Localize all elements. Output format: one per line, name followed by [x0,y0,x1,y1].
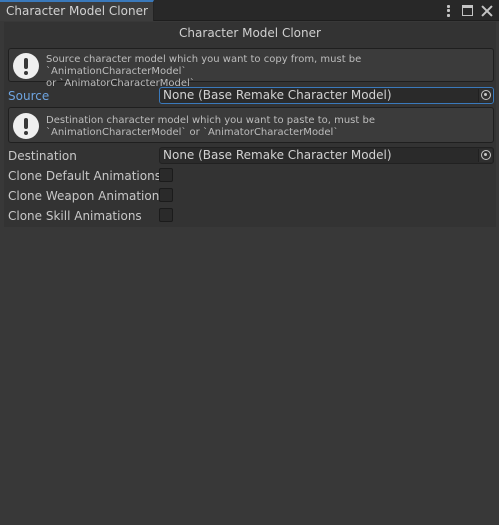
inspector-header: Character Model Cloner [179,26,321,40]
clone-weapon-animations-checkbox[interactable] [159,188,173,202]
destination-object-value: None (Base Remake Character Model) [163,148,392,162]
destination-help-text: Destination character model which you wa… [46,115,491,139]
close-icon[interactable] [481,5,493,17]
destination-help-box: Destination character model which you wa… [8,107,494,143]
info-icon [13,113,39,139]
source-label: Source [8,89,50,103]
info-icon [13,53,39,79]
destination-label: Destination [8,149,77,163]
window-controls [443,0,493,21]
destination-help-line: `AnimationCharacterModel` or `AnimatorCh… [46,127,339,138]
inspector-panel: Character Model Cloner Source character … [4,22,496,227]
clone-default-animations-checkbox[interactable] [159,168,173,182]
source-object-value: None (Base Remake Character Model) [163,88,392,102]
object-picker-icon[interactable] [478,149,492,162]
source-help-line: Source character model which you want to… [46,54,362,77]
tab-character-model-cloner[interactable]: Character Model Cloner [0,0,154,21]
tab-bar: Character Model Cloner [0,0,499,21]
source-object-field[interactable]: None (Base Remake Character Model) [159,87,494,104]
maximize-icon[interactable] [462,5,473,16]
destination-help-line: Destination character model which you wa… [46,115,375,126]
destination-object-field[interactable]: None (Base Remake Character Model) [159,147,494,164]
object-picker-icon[interactable] [478,89,492,102]
clone-skill-animations-label: Clone Skill Animations [8,209,142,223]
more-options-icon[interactable] [443,4,454,17]
clone-weapon-animations-label: Clone Weapon Animations [8,189,166,203]
clone-skill-animations-checkbox[interactable] [159,208,173,222]
source-help-text: Source character model which you want to… [46,54,491,90]
source-help-box: Source character model which you want to… [8,48,494,89]
clone-default-animations-label: Clone Default Animations [8,169,161,183]
